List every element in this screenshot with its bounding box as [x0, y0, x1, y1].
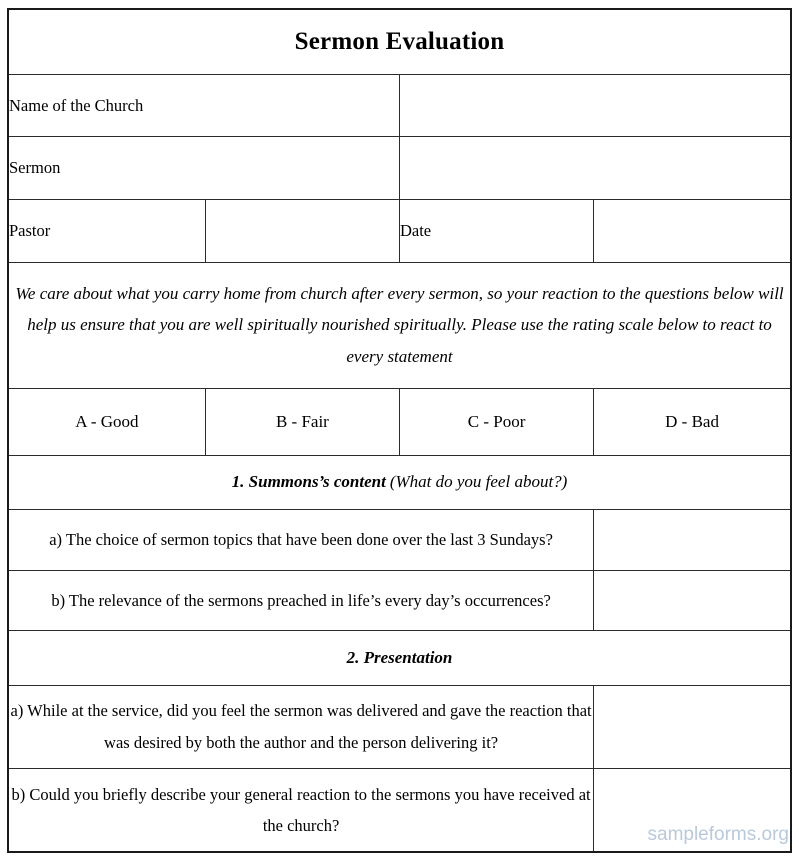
input-name-of-the-church[interactable]	[398, 73, 792, 138]
question-text-1a: a) The choice of sermon topics that have…	[7, 508, 595, 571]
input-pastor[interactable]	[204, 198, 400, 263]
intro-paragraph: We care about what you carry home from c…	[15, 284, 784, 366]
field-row-pastor-date: Pastor Date	[7, 198, 792, 263]
section-1-number: 1. Summons’s content	[231, 472, 386, 492]
rating-option-d: D - Bad	[593, 387, 792, 456]
answer-input-2b[interactable]	[593, 767, 792, 853]
question-text-1b: b) The relevance of the sermons preached…	[7, 569, 595, 632]
sermon-evaluation-table: Sermon Evaluation Name of the Church Ser…	[7, 8, 792, 853]
label-sermon: Sermon	[7, 136, 400, 200]
label-pastor: Pastor	[7, 198, 206, 263]
answer-input-2a[interactable]	[593, 684, 792, 769]
intro-cell: We care about what you carry home from c…	[7, 261, 792, 389]
rating-option-c: C - Poor	[398, 387, 595, 456]
intro-row: We care about what you carry home from c…	[7, 261, 792, 389]
rating-option-a: A - Good	[7, 387, 206, 456]
rating-option-b: B - Fair	[204, 387, 400, 456]
input-sermon[interactable]	[398, 136, 792, 200]
answer-input-1a[interactable]	[593, 508, 792, 571]
field-row-sermon: Sermon	[7, 136, 792, 200]
question-text-2b: b) Could you briefly describe your gener…	[7, 767, 595, 853]
rating-scale-row: A - Good B - Fair C - Poor D - Bad	[7, 387, 792, 456]
section-heading-row-1: 1. Summons’s content (What do you feel a…	[7, 454, 792, 510]
question-row-1a: a) The choice of sermon topics that have…	[7, 508, 792, 571]
section-1-subtitle: (What do you feel about?)	[389, 472, 568, 492]
label-name-of-the-church: Name of the Church	[7, 73, 400, 138]
question-text-2a: a) While at the service, did you feel th…	[7, 684, 595, 769]
question-row-1b: b) The relevance of the sermons preached…	[7, 569, 792, 632]
question-row-2b: b) Could you briefly describe your gener…	[7, 767, 792, 853]
section-heading-1: 1. Summons’s content (What do you feel a…	[7, 454, 792, 510]
section-2-number: 2. Presentation	[346, 647, 453, 667]
answer-input-1b[interactable]	[593, 569, 792, 632]
input-date[interactable]	[593, 198, 792, 263]
field-row-church: Name of the Church	[7, 73, 792, 138]
form-page: Sermon Evaluation Name of the Church Ser…	[0, 0, 799, 862]
page-title: Sermon Evaluation	[294, 28, 505, 56]
title-row: Sermon Evaluation	[7, 8, 792, 75]
question-row-2a: a) While at the service, did you feel th…	[7, 684, 792, 769]
page-title-cell: Sermon Evaluation	[7, 8, 792, 75]
label-date: Date	[398, 198, 595, 263]
section-heading-2: 2. Presentation	[7, 630, 792, 686]
section-heading-row-2: 2. Presentation	[7, 630, 792, 686]
